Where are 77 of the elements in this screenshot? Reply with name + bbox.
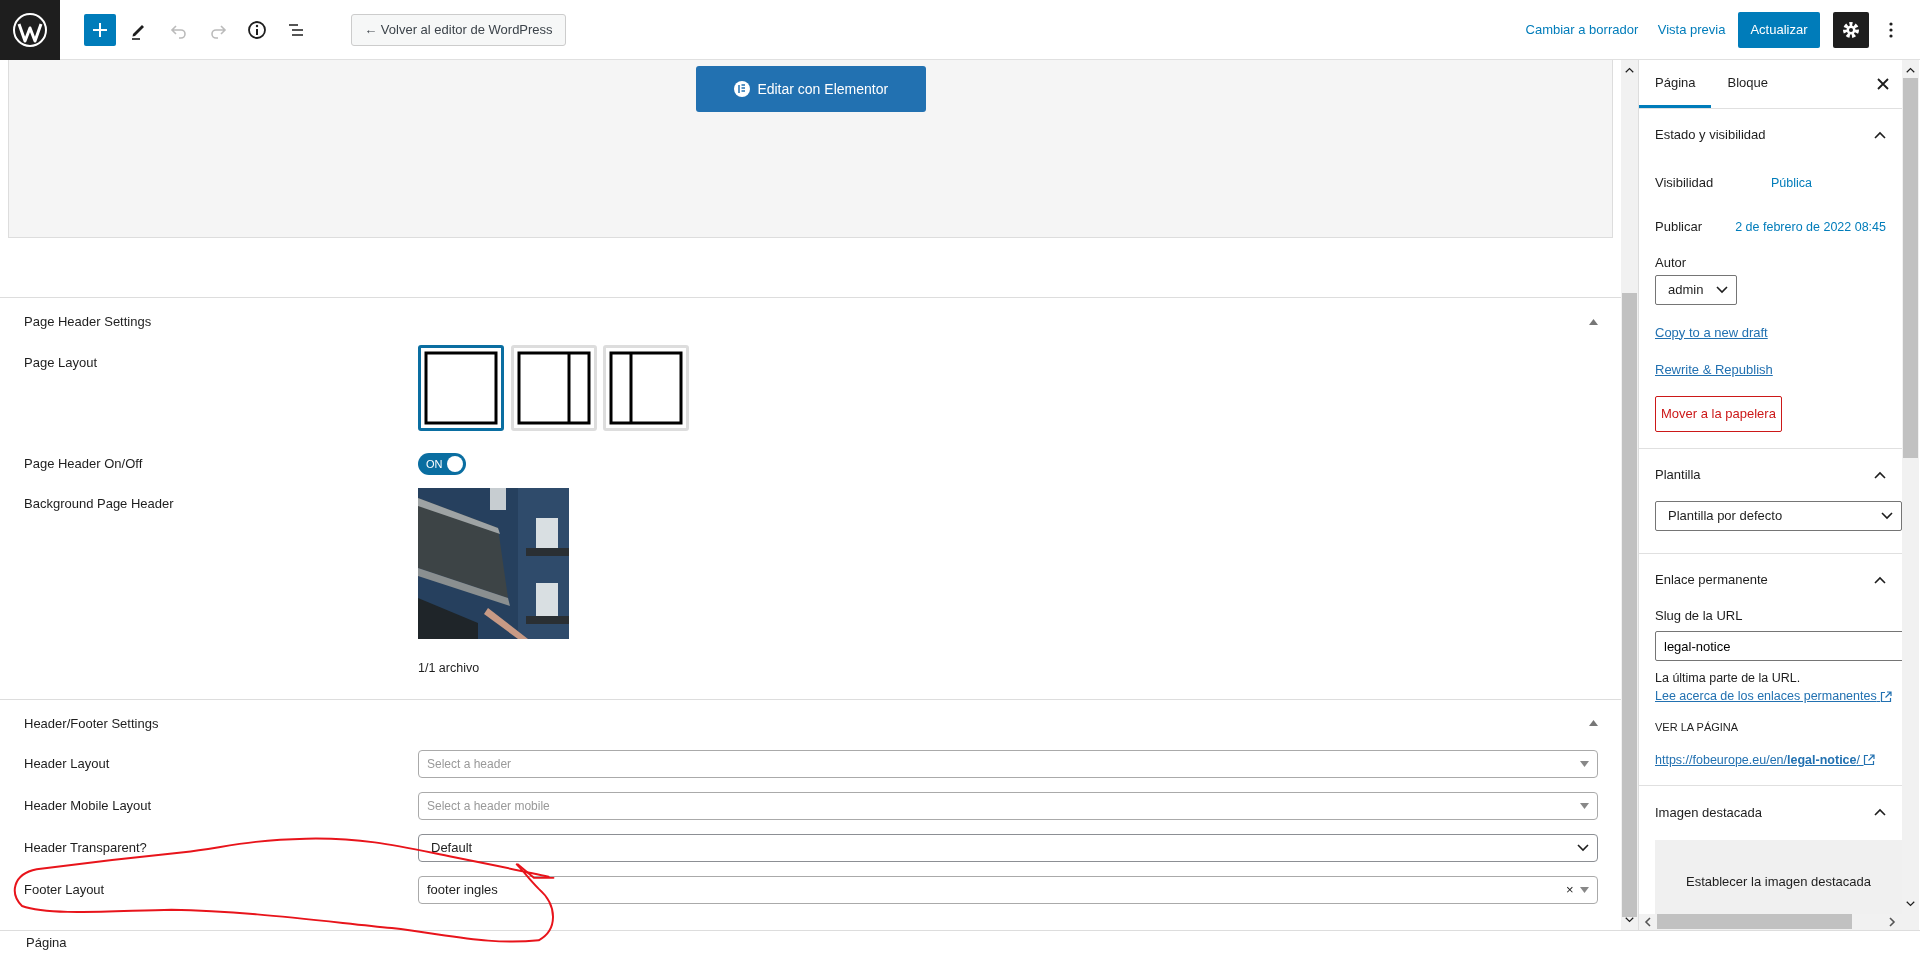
field-label: Background Page Header (23, 495, 175, 513)
field-label: Page Header On/Off (23, 455, 144, 474)
plus-button[interactable] (84, 13, 116, 46)
sidebar-link[interactable]: Rewrite & Republish (1655, 362, 1773, 377)
permalink-help-link[interactable]: Lee acerca de los enlaces permanentes (1655, 689, 1893, 703)
chevron-down-icon (1577, 843, 1589, 852)
chevron-down-icon (1716, 285, 1729, 294)
field-label: Footer Layout (23, 881, 106, 899)
back-button[interactable]: ← Volver al editor de WordPress (351, 13, 566, 46)
trash-button[interactable]: Mover a la papelera (1655, 395, 1782, 432)
field-value-link[interactable]: 2 de febrero de 2022 08:45 (1721, 217, 1886, 237)
scroll-left-icon (1644, 916, 1652, 927)
elementor-icon (732, 80, 751, 98)
field-label: Autor (1655, 254, 1688, 272)
chevron-up-icon (1874, 131, 1886, 139)
field-label: Visibilidad (1655, 174, 1715, 193)
scrollbar-thumb[interactable] (1622, 293, 1637, 917)
chevron-down-icon (1881, 511, 1893, 520)
triangle-up-icon (1588, 720, 1598, 727)
toolbar-link[interactable]: Cambiar a borrador (1525, 19, 1639, 40)
author-select[interactable]: admin (1655, 274, 1738, 305)
field-label: Page Layout (23, 354, 98, 372)
scroll-up-icon (1625, 66, 1634, 74)
elementor-button[interactable]: Editar con Elementor (695, 66, 926, 112)
triangle-up-icon (1588, 318, 1598, 325)
section-title: Page Header Settings (24, 312, 152, 331)
toggle-switch[interactable]: ON (418, 453, 466, 475)
sidebar-tab[interactable]: Bloque (1711, 60, 1784, 108)
clear-icon[interactable]: × (1565, 880, 1574, 900)
settings-button[interactable] (1832, 11, 1869, 48)
chevron-up-icon (1874, 470, 1886, 479)
panel-title: Estado y visibilidad (1655, 126, 1766, 145)
logo-icon (12, 11, 48, 48)
sidebar-tab[interactable]: Página (1639, 60, 1712, 108)
scroll-down-icon (1906, 900, 1915, 908)
panel-title: Plantilla (1655, 465, 1701, 484)
featured-image-button[interactable]: Establecer la imagen destacada (1655, 840, 1902, 914)
layout-option[interactable] (418, 345, 504, 431)
file-count: 1/1 archivo (418, 660, 481, 677)
section-title: Header/Footer Settings (24, 714, 159, 733)
template-select[interactable]: Plantilla por defecto (1655, 500, 1902, 531)
select-field[interactable]: Default (418, 833, 1598, 862)
dropdown-arrow-icon (1580, 760, 1589, 767)
dropdown-arrow-icon (1580, 802, 1589, 809)
dropdown-arrow-icon (1580, 886, 1589, 893)
info-icon (247, 19, 267, 40)
dropdown-field[interactable]: Select a header mobile (418, 791, 1598, 820)
external-link-icon (1880, 690, 1893, 703)
settings-icon (1840, 19, 1861, 40)
panel-title: Enlace permanente (1655, 570, 1768, 589)
dropdown-field[interactable]: footer ingles × (418, 875, 1598, 904)
field-label: Header Layout (23, 755, 111, 773)
more-icon (1889, 20, 1893, 39)
field-value-link[interactable]: Pública (1721, 173, 1886, 193)
scrollbar-thumb[interactable] (1657, 914, 1852, 930)
sidebar-link[interactable]: Copy to a new draft (1655, 324, 1768, 340)
update-button[interactable]: Actualizar (1738, 11, 1820, 48)
slug-field[interactable]: legal-notice (1655, 631, 1902, 661)
chevron-up-icon (1874, 808, 1886, 817)
toolbar-link[interactable]: Vista previa (1657, 19, 1726, 40)
external-link-icon (1863, 754, 1876, 767)
scroll-down-icon (1625, 916, 1634, 924)
help-text: La última parte de la URL. (1655, 671, 1801, 685)
field-label: Header Transparent? (23, 839, 148, 857)
breadcrumb-item[interactable]: Página (26, 933, 67, 953)
panel-title: Imagen destacada (1655, 803, 1762, 822)
field-label: Publicar (1655, 218, 1703, 237)
field-label: Header Mobile Layout (23, 797, 153, 815)
close-icon (1876, 78, 1889, 90)
field-label: Slug de la URL (1655, 606, 1744, 625)
chevron-up-icon (1874, 575, 1886, 584)
scroll-right-icon (1888, 916, 1896, 927)
scrollbar-thumb[interactable] (1903, 78, 1918, 458)
dropdown-field[interactable]: Select a header (418, 749, 1598, 778)
scroll-up-icon (1906, 66, 1915, 74)
section-label: VER LA PÁGINA (1655, 720, 1740, 735)
page-url-link[interactable]: https://fobeurope.eu/en/legal-notice/ (1655, 752, 1876, 767)
